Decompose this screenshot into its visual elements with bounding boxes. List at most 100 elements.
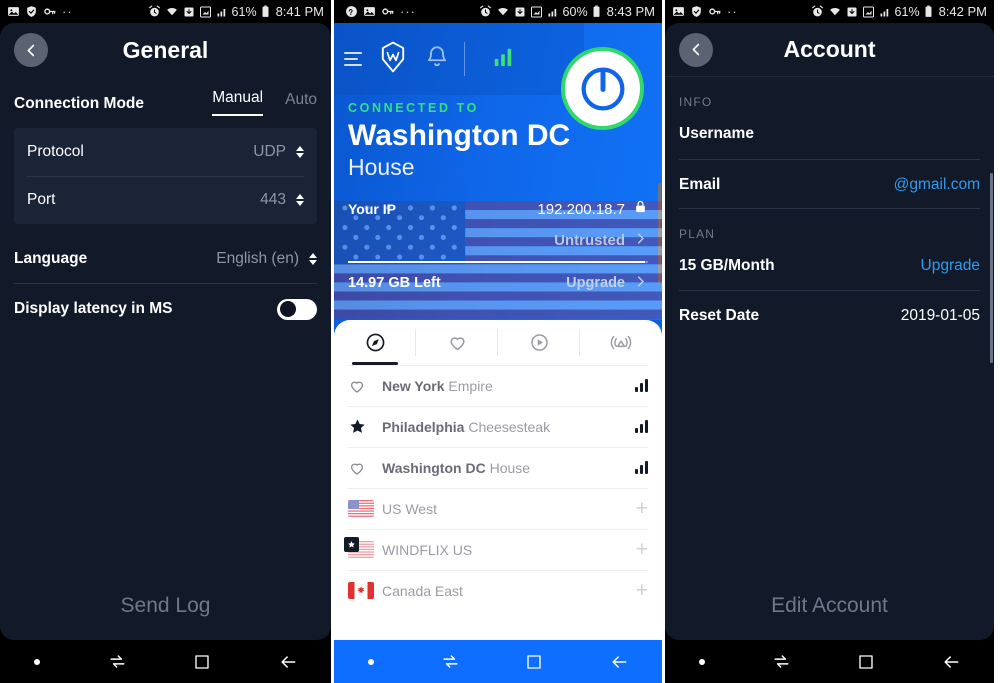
list-item[interactable]: Philadelphia Cheesesteak	[334, 406, 662, 447]
star-icon	[350, 419, 365, 433]
upgrade-link[interactable]: Upgrade	[921, 257, 980, 275]
quota-progress-fill	[348, 261, 645, 263]
list-item[interactable]: Canada East +	[334, 570, 662, 611]
play-circle-icon	[530, 334, 548, 351]
expand-plus-icon[interactable]: +	[636, 539, 648, 560]
back-arrow-icon[interactable]	[609, 652, 629, 672]
expand-plus-icon[interactable]: +	[636, 498, 648, 519]
us-flag-icon	[348, 500, 374, 517]
favourite-toggle[interactable]	[348, 417, 382, 436]
quota-row[interactable]: 14.97 GB Left Upgrade	[334, 269, 662, 297]
battery-percent: 61%	[894, 4, 920, 19]
row-protocol[interactable]: Protocol UDP	[14, 128, 317, 176]
expand-plus-icon[interactable]: +	[636, 580, 648, 601]
server-nickname: House	[489, 459, 531, 476]
download-icon	[183, 6, 195, 18]
row-display-latency[interactable]: Display latency in MS	[14, 284, 317, 334]
display-latency-toggle[interactable]	[277, 298, 317, 320]
static-ip-tab[interactable]	[580, 320, 662, 365]
server-nickname: Cheesesteak	[468, 418, 551, 435]
dot-icon[interactable]	[698, 658, 706, 666]
your-ip-row: Your IP 192.200.18.7	[334, 193, 662, 225]
dot-icon[interactable]	[33, 658, 41, 666]
heart-icon	[350, 463, 364, 475]
section-label-info: INFO	[679, 95, 713, 109]
alarm-icon	[479, 5, 492, 18]
battery-percent: 60%	[562, 4, 588, 19]
email-value[interactable]: @gmail.com	[894, 176, 980, 194]
bell-icon[interactable]	[424, 44, 450, 75]
recents-square-icon[interactable]	[857, 653, 875, 671]
general-settings-screen: General Connection Mode Manual Auto Prot…	[0, 23, 331, 640]
port-label: Port	[27, 191, 56, 208]
server-city: New York	[382, 377, 445, 394]
more-dots-icon: ··	[727, 3, 738, 19]
country-flag	[344, 537, 382, 558]
compass-icon	[366, 333, 384, 352]
row-plan[interactable]: 15 GB/Month Upgrade	[679, 241, 980, 291]
port-stepper[interactable]	[296, 194, 304, 206]
windscribe-logo-icon[interactable]	[376, 40, 410, 79]
edit-account-button[interactable]: Edit Account	[665, 594, 994, 618]
country-name: Canada East	[382, 582, 463, 599]
send-log-button[interactable]: Send Log	[0, 594, 331, 618]
server-list-sheet: New York Empire Philadelphia Cheesesteak…	[334, 320, 662, 640]
battery-percent: 61%	[231, 4, 257, 19]
dot-icon[interactable]	[367, 658, 375, 666]
switch-icon[interactable]	[108, 652, 127, 671]
server-name: New York Empire	[382, 378, 635, 394]
plan-label: 15 GB/Month	[679, 257, 775, 274]
favourite-toggle[interactable]	[348, 377, 382, 395]
switch-icon[interactable]	[441, 652, 460, 671]
row-language[interactable]: Language English (en)	[14, 234, 317, 284]
chevron-right-icon	[633, 274, 648, 293]
vpn-connection-panel: CONNECTED TO Washington DC House Your IP…	[334, 23, 662, 320]
status-bar-main: ··· 60% 8:43 PM	[334, 0, 662, 23]
language-value: English (en)	[216, 250, 299, 267]
favourites-tab[interactable]	[416, 320, 498, 365]
list-item[interactable]: Washington DC House	[334, 447, 662, 488]
language-label: Language	[14, 250, 88, 267]
connected-location-nickname: House	[348, 154, 415, 180]
back-button[interactable]	[679, 32, 713, 67]
back-arrow-icon[interactable]	[278, 652, 298, 672]
signal2-icon	[879, 6, 891, 18]
language-stepper[interactable]	[309, 253, 317, 265]
key-icon	[708, 5, 722, 18]
list-item[interactable]: New York Empire	[334, 365, 662, 406]
scrollbar-indicator[interactable]	[990, 173, 993, 363]
network-trust-row[interactable]: Untrusted	[334, 225, 662, 255]
more-dots-icon: ···	[400, 3, 416, 19]
tab-manual[interactable]: Manual	[212, 89, 264, 116]
key-icon	[381, 5, 395, 18]
country-name: US West	[382, 500, 437, 517]
phone-screen-main: ··· 60% 8:43 PM CONNECTED TO Washington …	[331, 0, 665, 683]
status-bar-account: ·· 61% 8:42 PM	[665, 0, 994, 23]
hamburger-icon[interactable]	[344, 52, 362, 66]
star-icon	[348, 541, 355, 548]
tab-auto[interactable]: Auto	[285, 91, 317, 116]
android-navbar-general	[0, 640, 331, 683]
row-email[interactable]: Email @gmail.com	[679, 159, 980, 209]
signal-bars-icon[interactable]	[491, 46, 515, 73]
switch-icon[interactable]	[772, 652, 791, 671]
quota-upgrade-link[interactable]: Upgrade	[566, 275, 625, 291]
all-locations-tab[interactable]	[334, 320, 416, 365]
streaming-tab[interactable]	[498, 320, 580, 365]
recents-square-icon[interactable]	[193, 653, 211, 671]
phone-screen-general: ·· 61% 8:41 PM General Connection Mode M…	[0, 0, 331, 683]
protocol-stepper[interactable]	[296, 146, 304, 158]
back-button[interactable]	[14, 33, 48, 67]
battery-icon	[261, 5, 270, 18]
power-button[interactable]	[561, 47, 644, 130]
row-port[interactable]: Port 443	[14, 176, 317, 224]
back-arrow-icon[interactable]	[941, 652, 961, 672]
favourite-toggle[interactable]	[348, 459, 382, 477]
wifi-icon	[828, 5, 842, 18]
server-name: Philadelphia Cheesesteak	[382, 419, 635, 435]
list-item[interactable]: US West +	[334, 488, 662, 529]
windflix-star-badge	[344, 537, 359, 552]
status-bar-general: ·· 61% 8:41 PM	[0, 0, 331, 23]
list-item[interactable]: WINDFLIX US +	[334, 529, 662, 570]
recents-square-icon[interactable]	[525, 653, 543, 671]
